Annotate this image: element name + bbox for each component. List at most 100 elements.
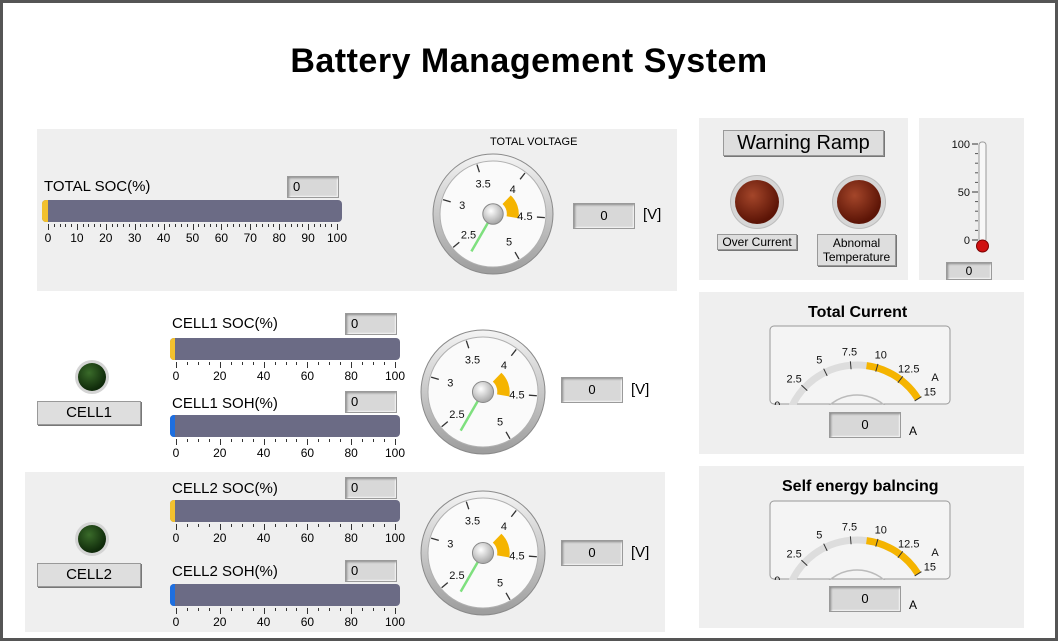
scale-minor-tick: [186, 362, 188, 365]
scale-tick-label: 80: [344, 531, 358, 545]
page-title: Battery Management System: [290, 42, 768, 80]
scale-tick-label: 20: [213, 369, 227, 383]
cell1-soc-label: CELL1 SOC(%): [172, 315, 278, 332]
cell1-soh-label: CELL1 SOH(%): [172, 395, 278, 412]
scale-minor-tick: [329, 524, 331, 527]
scale-minor-tick: [284, 224, 286, 227]
thermometer-tick-label: 100: [952, 139, 970, 151]
scale-minor-tick: [252, 439, 254, 442]
cell1-button[interactable]: CELL1: [37, 401, 141, 425]
gauge-tick-label: 3.5: [465, 516, 480, 528]
cell2-indicator-led: [78, 525, 106, 553]
meter-tick-label: 5: [816, 355, 822, 367]
scale-tick-label: 40: [256, 615, 271, 629]
cell1-voltage-value: 0: [561, 377, 623, 403]
gauge-major-tick: [528, 555, 537, 558]
meter-tick-label: 15: [924, 386, 936, 398]
total-current-title: Total Current: [808, 304, 908, 321]
scale-tick-label: 60: [300, 369, 315, 383]
scale-tick-label: 40: [156, 231, 171, 245]
scale-minor-tick: [94, 224, 96, 227]
scale-tick-label: 100: [384, 446, 406, 460]
meter-tick-label: 10: [875, 524, 887, 536]
scale-minor-tick: [340, 608, 342, 611]
meter-tick-label: 0: [774, 400, 780, 405]
scale-minor-tick: [340, 524, 342, 527]
scale-minor-tick: [186, 224, 188, 227]
scale-minor-tick: [65, 224, 67, 227]
scale-minor-tick: [319, 224, 321, 227]
scale-minor-tick: [325, 224, 327, 227]
cell1-soc-fill: [170, 338, 175, 360]
scale-major-tick: [219, 608, 221, 614]
scale-major-tick: [395, 608, 396, 614]
gauge-major-tick: [536, 216, 545, 219]
scale-tick-label: 90: [301, 231, 315, 245]
meter-tick-label: 7.5: [842, 346, 857, 358]
scale-minor-tick: [362, 524, 364, 527]
scale-major-tick: [307, 439, 309, 445]
gauge-major-tick: [528, 394, 537, 397]
scale-minor-tick: [274, 524, 276, 527]
scale-minor-tick: [82, 224, 84, 227]
abnormal-temperature-button[interactable]: Abnomal Temperature: [817, 234, 896, 266]
scale-minor-tick: [384, 439, 386, 442]
meter-unit-label: A: [931, 372, 939, 384]
cell2-soh-bar: [170, 584, 400, 606]
gauge-tick-label: 5: [497, 416, 503, 428]
scale-minor-tick: [88, 224, 90, 227]
scale-minor-tick: [100, 224, 102, 227]
cell2-button[interactable]: CELL2: [37, 563, 141, 587]
scale-minor-tick: [362, 439, 364, 442]
scale-minor-tick: [273, 224, 275, 227]
meter-major-tick: [849, 536, 852, 545]
scale-major-tick: [176, 439, 177, 445]
scale-minor-tick: [123, 224, 125, 227]
scale-major-tick: [263, 524, 265, 530]
cell2-soc-label: CELL2 SOC(%): [172, 480, 278, 497]
over-current-button[interactable]: Over Current: [717, 234, 797, 250]
cell2-soc-fill: [170, 500, 175, 522]
scale-minor-tick: [241, 439, 243, 442]
scale-minor-tick: [230, 362, 232, 365]
scale-major-tick: [219, 524, 221, 530]
gauge-warning-zone: [492, 372, 510, 397]
total-voltage-title: TOTAL VOLTAGE: [490, 136, 578, 148]
gauge-tick-label: 3: [447, 378, 453, 390]
scale-major-tick: [250, 224, 252, 230]
cell2-soh-label: CELL2 SOH(%): [172, 563, 278, 580]
total-voltage-gauge: 2.5 3 3.5 4 4.5 5: [432, 153, 554, 275]
cell1-soc-scale: 0 20 40 60 80 100: [173, 362, 405, 383]
scale-tick-label: 20: [213, 531, 227, 545]
scale-minor-tick: [318, 439, 320, 442]
scale-major-tick: [48, 224, 49, 230]
scale-minor-tick: [111, 224, 113, 227]
cell1-voltage-gauge: 2.5 3 3.5 4 4.5 5: [420, 329, 546, 455]
scale-minor-tick: [146, 224, 148, 227]
scale-minor-tick: [256, 224, 258, 227]
scale-minor-tick: [169, 224, 171, 227]
scale-minor-tick: [215, 224, 217, 227]
cell2-voltage-value: 0: [561, 540, 623, 566]
scale-minor-tick: [198, 224, 200, 227]
scale-minor-tick: [175, 224, 177, 227]
scale-minor-tick: [329, 362, 331, 365]
scale-tick-label: 0: [172, 531, 180, 545]
scale-minor-tick: [302, 224, 304, 227]
scale-major-tick: [76, 224, 78, 230]
scale-minor-tick: [285, 524, 287, 527]
scale-minor-tick: [362, 608, 364, 611]
scale-major-tick: [351, 439, 353, 445]
scale-major-tick: [395, 439, 396, 445]
scale-minor-tick: [274, 362, 276, 365]
scale-major-tick: [192, 224, 194, 230]
total-soc-fill: [42, 200, 48, 222]
scale-minor-tick: [318, 608, 320, 611]
scale-tick-label: 10: [70, 231, 84, 245]
scale-minor-tick: [209, 224, 211, 227]
scale-major-tick: [263, 362, 265, 368]
cell2-soh-fill: [170, 584, 175, 606]
cell1-soh-bar: [170, 415, 400, 437]
gauge-hub: [471, 541, 495, 565]
scale-minor-tick: [329, 439, 331, 442]
